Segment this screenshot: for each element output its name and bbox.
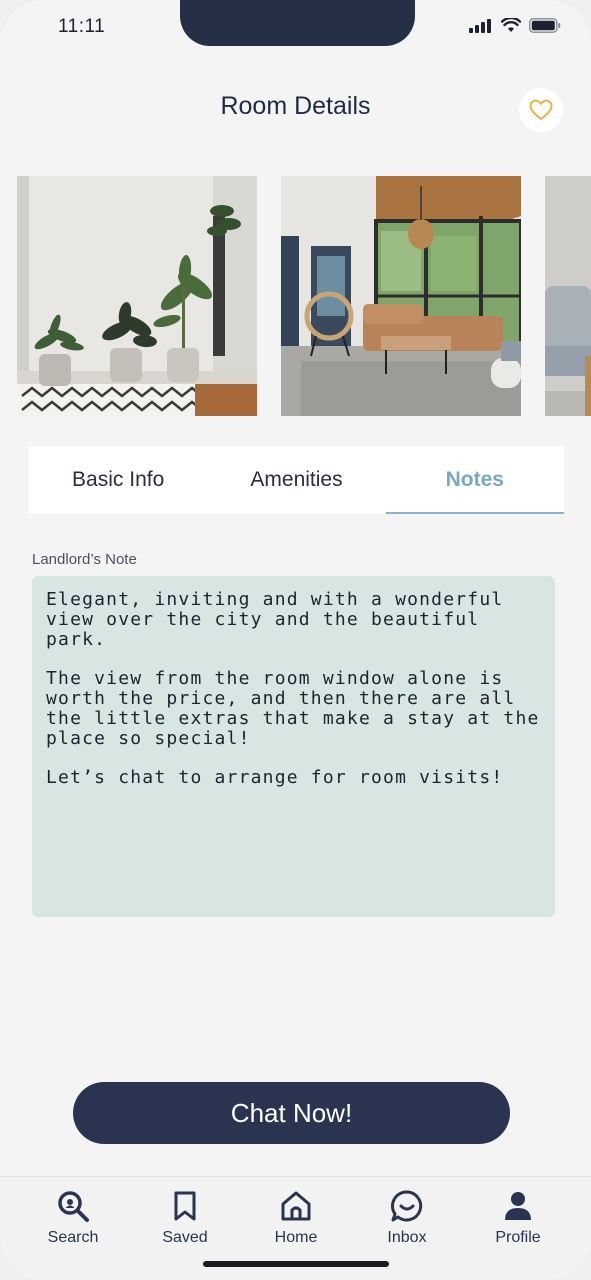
room-photo-2[interactable]: [281, 176, 521, 416]
nav-item-search[interactable]: Search: [28, 1189, 118, 1247]
nav-label-saved: Saved: [162, 1229, 208, 1246]
chat-now-button[interactable]: Chat Now!: [73, 1082, 510, 1144]
sunroom-lounge-photo: [281, 176, 521, 416]
landlord-note: Elegant, inviting and with a wonderful v…: [32, 576, 555, 917]
phone-screen: 11:11 Room Details Basic Info Amenities …: [0, 0, 591, 1280]
nav-item-profile[interactable]: Profile: [473, 1189, 563, 1247]
user-icon: [505, 1192, 531, 1220]
sofa-partial-photo: [545, 176, 591, 416]
room-photo-3[interactable]: [545, 176, 591, 416]
battery-icon: [529, 18, 561, 33]
nav-label-profile: Profile: [495, 1229, 541, 1246]
tab-basic-info[interactable]: Basic Info: [29, 446, 207, 514]
status-time: 11:11: [58, 16, 106, 37]
signal-icon: [469, 18, 491, 33]
home-icon: [281, 1191, 311, 1221]
note-paragraph-1: Elegant, inviting and with a wonderful v…: [46, 589, 504, 650]
chat-bubble-icon: [391, 1190, 423, 1222]
note-paragraph-2: The view from the room window alone is w…: [46, 668, 540, 749]
living-room-plants-photo: [17, 176, 257, 416]
search-icon: [58, 1191, 89, 1222]
bookmark-icon: [174, 1191, 196, 1221]
wifi-icon: [501, 18, 521, 32]
heart-icon: [529, 99, 553, 121]
nav-label-inbox: Inbox: [387, 1229, 427, 1246]
home-indicator: [203, 1261, 389, 1267]
nav-label-search: Search: [47, 1229, 99, 1246]
detail-tabs: Basic Info Amenities Notes: [29, 446, 565, 514]
note-paragraph-3: Let’s chat to arrange for room visits!: [46, 767, 504, 788]
nav-item-home[interactable]: Home: [251, 1189, 341, 1247]
note-label: Landlord’s Note: [32, 551, 137, 568]
room-photo-1[interactable]: [17, 176, 257, 416]
device-notch: [180, 0, 415, 46]
tab-amenities[interactable]: Amenities: [207, 446, 385, 514]
status-icons: [469, 18, 561, 33]
tab-notes[interactable]: Notes: [385, 446, 565, 514]
page-title: Room Details: [220, 92, 371, 120]
favorite-button[interactable]: [519, 88, 563, 132]
nav-item-saved[interactable]: Saved: [140, 1189, 230, 1247]
nav-item-inbox[interactable]: Inbox: [362, 1189, 452, 1247]
nav-label-home: Home: [274, 1229, 318, 1246]
